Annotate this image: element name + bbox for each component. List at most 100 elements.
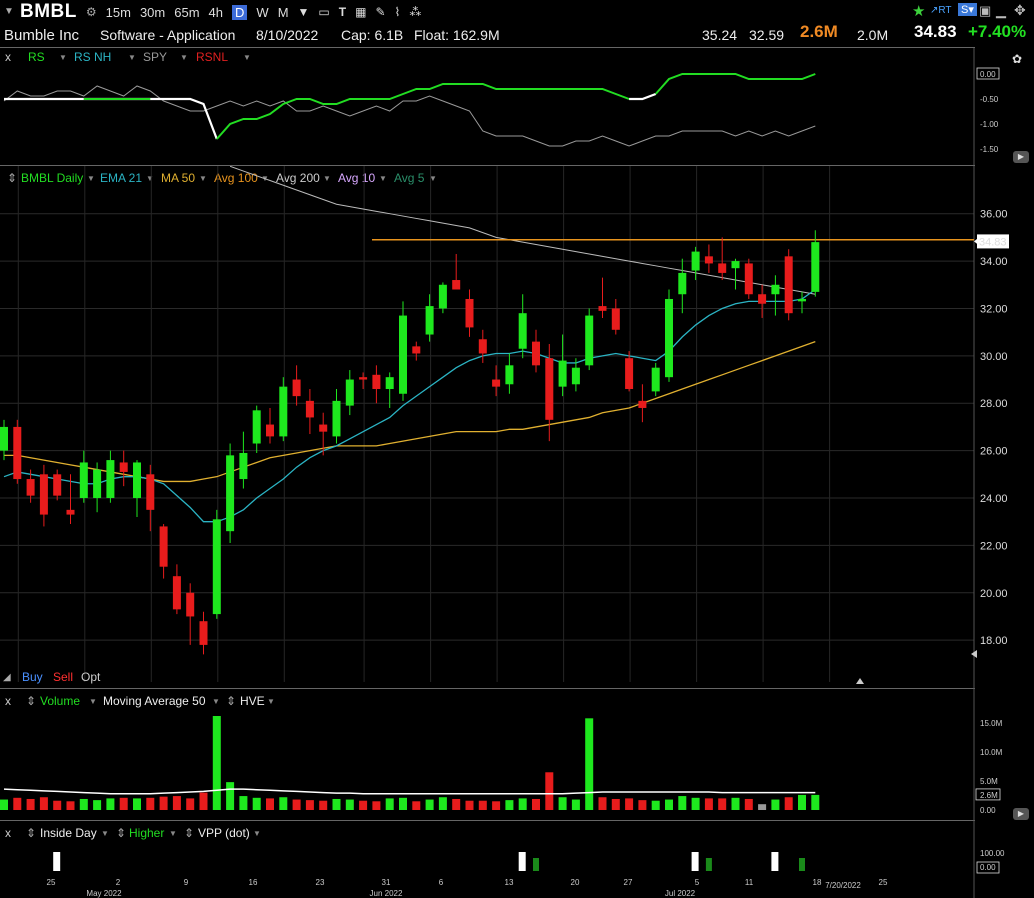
- brush-icon[interactable]: ⌇: [395, 5, 401, 19]
- pencil-icon[interactable]: ✎: [375, 5, 385, 19]
- candle-body: [585, 315, 594, 366]
- buy-button[interactable]: Buy: [22, 670, 43, 684]
- text-tool-icon[interactable]: T: [339, 5, 346, 19]
- ma50-line: [4, 341, 816, 483]
- save-icon[interactable]: ▣: [979, 3, 991, 19]
- market-cap: Cap: 6.1B: [341, 27, 404, 43]
- tf-4h[interactable]: 4h: [209, 5, 223, 20]
- chart-type-icon[interactable]: ▭: [318, 5, 329, 19]
- x-axis-tick: 20: [571, 878, 580, 887]
- candle-body: [492, 379, 501, 387]
- options-button[interactable]: Opt: [81, 670, 100, 684]
- higher-bar: [705, 858, 712, 871]
- volume-bar: [704, 798, 713, 810]
- ticker-symbol[interactable]: BMBL: [20, 1, 77, 23]
- candle-body: [372, 374, 381, 390]
- volume-bar: [0, 799, 8, 810]
- candle-body: [172, 576, 181, 610]
- top-toolbar: ▼ BMBL ⚙ 15m 30m 65m 4h D W M ▼ ▭ T ▦ ✎ …: [0, 0, 1034, 24]
- volume-bar: [492, 801, 501, 810]
- rt-icon[interactable]: ↗RT: [930, 5, 952, 16]
- volume: 2.6M: [800, 22, 838, 41]
- volume-bar: [625, 798, 634, 810]
- day-low: 32.59: [749, 27, 785, 43]
- date: 8/10/2022: [256, 27, 319, 43]
- candle-body: [625, 358, 634, 390]
- collapse-arrow-icon: [856, 678, 864, 684]
- tf-65m[interactable]: 65m: [174, 5, 199, 20]
- trade-icon[interactable]: ◢: [3, 672, 11, 683]
- x-axis-tick: 25: [879, 878, 888, 887]
- candle-body: [305, 400, 314, 418]
- price: 34.83: [914, 22, 957, 41]
- volume-bar: [26, 798, 35, 810]
- percent-change: +7.40%: [968, 22, 1027, 41]
- price-chart: 36.00 34.00 32.00 30.00 28.00 26.00 24.00 22.00…: [0, 166, 1009, 688]
- volume-bar: [39, 797, 48, 810]
- volume-bar: [399, 797, 407, 810]
- candle-body: [558, 360, 567, 387]
- candle-body: [678, 272, 687, 295]
- x-axis-tick: 23: [316, 878, 325, 887]
- volume-bar: [691, 797, 700, 810]
- avg-volume: 2.0M: [857, 27, 889, 43]
- candle-body: [425, 306, 434, 335]
- candle-body: [279, 386, 288, 437]
- tf-monthly[interactable]: M: [278, 5, 289, 20]
- volume-bar: [359, 800, 368, 810]
- candle-body: [731, 261, 740, 269]
- price-axis-label: 20.00: [980, 588, 1008, 600]
- candle-body: [292, 379, 301, 397]
- volume-bar: [172, 796, 181, 810]
- x-axis-tick: 27: [624, 878, 633, 887]
- candle-body: [345, 379, 354, 406]
- share-icon[interactable]: ⁂: [409, 5, 421, 19]
- volume-bar: [665, 799, 673, 810]
- dropdown-icon[interactable]: ▼: [4, 6, 14, 17]
- volume-bar: [385, 798, 394, 810]
- volume-bar: [13, 797, 22, 810]
- company-name: Bumble Inc: [4, 26, 80, 44]
- settings-icon[interactable]: ⚙: [86, 5, 97, 19]
- inside-day-bar: [691, 852, 699, 871]
- star-icon[interactable]: ★: [912, 2, 925, 20]
- candle-body: [651, 367, 660, 392]
- tf-15m[interactable]: 15m: [106, 5, 131, 20]
- s-icon[interactable]: S▾: [958, 3, 977, 16]
- tf-weekly[interactable]: W: [256, 5, 268, 20]
- scroll-right-icon[interactable]: ▶: [1013, 151, 1029, 163]
- move-icon[interactable]: ✥: [1014, 2, 1026, 19]
- chevron-down-icon[interactable]: ▼: [298, 5, 310, 19]
- volume-bar: [678, 796, 687, 810]
- volume-axis-label: 0.00: [980, 806, 996, 815]
- candle-body: [611, 308, 620, 330]
- volume-chart: 15.0M 10.0M 5.0M 2.6M 0.00: [0, 688, 1003, 820]
- candle-body: [505, 365, 514, 385]
- tf-daily[interactable]: D: [232, 4, 248, 20]
- volume-bar: [372, 801, 381, 810]
- candle-body: [638, 400, 647, 408]
- volume-bar: [119, 797, 128, 810]
- candle-body: [186, 592, 195, 617]
- volume-bar: [425, 799, 434, 810]
- spy-line: [3, 85, 816, 147]
- volume-bar: [279, 797, 288, 810]
- candle-body: [412, 346, 421, 354]
- volume-bar: [545, 772, 554, 810]
- minimize-icon[interactable]: ▁: [996, 3, 1006, 19]
- volume-bar: [186, 798, 195, 810]
- rs-panel-chart: 0.00 -0.50 -1.00 -1.50: [3, 48, 1000, 166]
- candle-body: [438, 284, 447, 309]
- scroll-right-icon[interactable]: ▶: [1013, 808, 1029, 820]
- candle-body: [332, 400, 341, 437]
- volume-bar: [106, 798, 115, 810]
- candle-body: [811, 242, 820, 292]
- grid-icon[interactable]: ▦: [355, 5, 366, 19]
- price-axis-label: 28.00: [980, 398, 1008, 410]
- sell-button[interactable]: Sell: [53, 670, 73, 684]
- tf-30m[interactable]: 30m: [140, 5, 165, 20]
- price-axis-label: 22.00: [980, 540, 1008, 552]
- price-axis-label: 24.00: [980, 493, 1008, 505]
- rs-line: [654, 73, 816, 95]
- candle-body: [39, 474, 48, 515]
